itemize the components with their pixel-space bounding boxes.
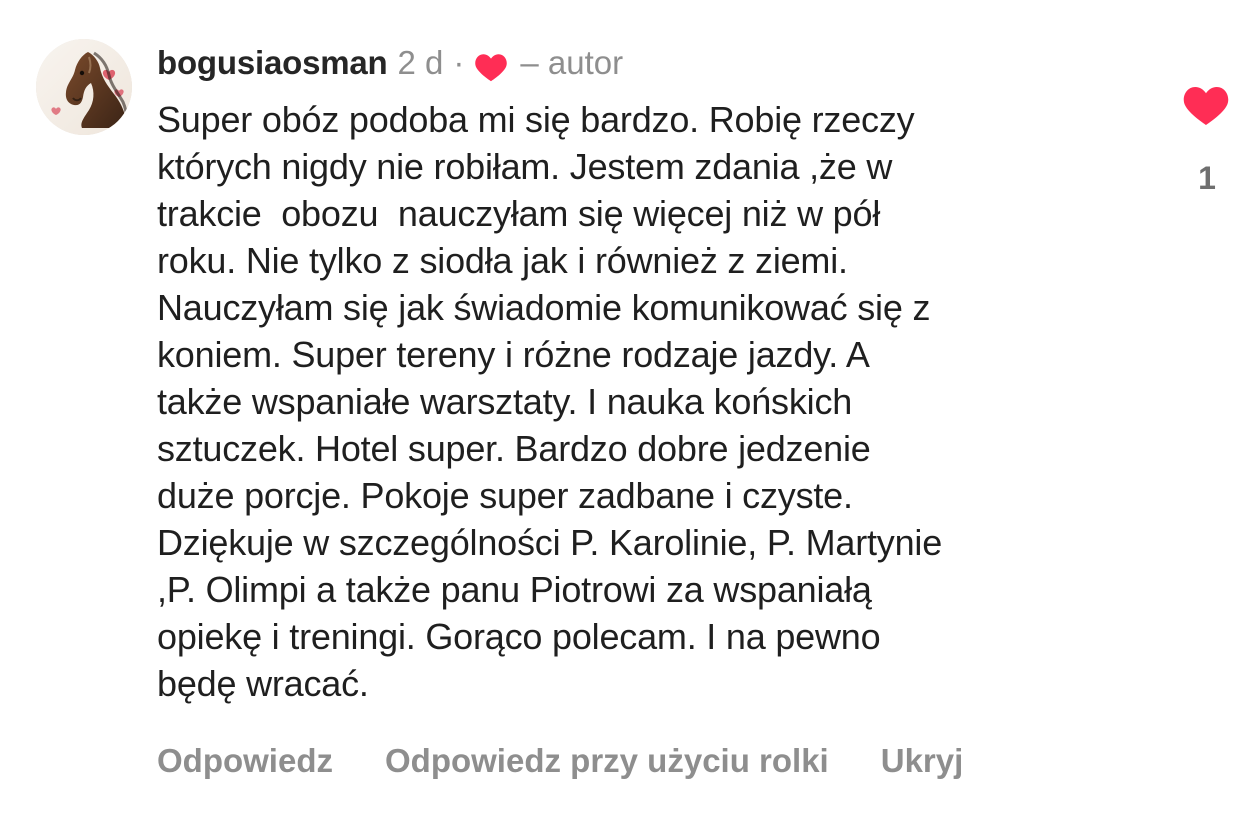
reply-button[interactable]: Odpowiedz	[157, 742, 333, 780]
comment-header: bogusiaosman 2 d · – autor	[157, 40, 623, 86]
heart-icon	[474, 49, 508, 82]
comment-line: duże porcje. Pokoje super zadbane i czys…	[157, 475, 853, 516]
comment-line: roku. Nie tylko z siodła jak i również z…	[157, 240, 848, 281]
comment-line: opiekę i treningi. Gorąco polecam. I na …	[157, 616, 881, 657]
like-heart-icon[interactable]	[1182, 82, 1230, 128]
username[interactable]: bogusiaosman	[157, 40, 388, 86]
comment-line: także wspaniałe warsztaty. I nauka końsk…	[157, 381, 853, 422]
timestamp: 2 d	[397, 44, 444, 81]
comment-line: sztuczek. Hotel super. Bardzo dobre jedz…	[157, 428, 871, 469]
comment-line: Dziękuje w szczególności P. Karolinie, P…	[157, 522, 943, 563]
reply-with-reel-button[interactable]: Odpowiedz przy użyciu rolki	[385, 742, 829, 780]
meta-separator: ·	[453, 44, 465, 81]
comment-line: ,P. Olimpi a także panu Piotrowi za wspa…	[157, 569, 872, 610]
like-count[interactable]: 1	[1192, 160, 1222, 197]
comment-line: których nigdy nie robiłam. Jestem zdania…	[157, 146, 893, 187]
comment-line: trakcie obozu nauczyłam się więcej niż w…	[157, 193, 881, 234]
horse-avatar-icon[interactable]	[36, 39, 132, 135]
author-label: – autor	[520, 44, 624, 81]
comment-actions: Odpowiedz Odpowiedz przy użyciu rolki Uk…	[157, 742, 963, 780]
like-area: 1	[1180, 82, 1234, 212]
comment-line: Nauczyłam się jak świadomie komunikować …	[157, 287, 931, 328]
comment-line: koniem. Super tereny i różne rodzaje jaz…	[157, 334, 870, 375]
comment-line: będę wracać.	[157, 663, 369, 704]
comment-container: bogusiaosman 2 d · – autor Super obóz po…	[0, 0, 1256, 819]
comment-body: Super obóz podoba mi się bardzo. Robię r…	[157, 96, 1147, 707]
hide-button[interactable]: Ukryj	[881, 742, 964, 780]
comment-line: Super obóz podoba mi się bardzo. Robię r…	[157, 99, 915, 140]
